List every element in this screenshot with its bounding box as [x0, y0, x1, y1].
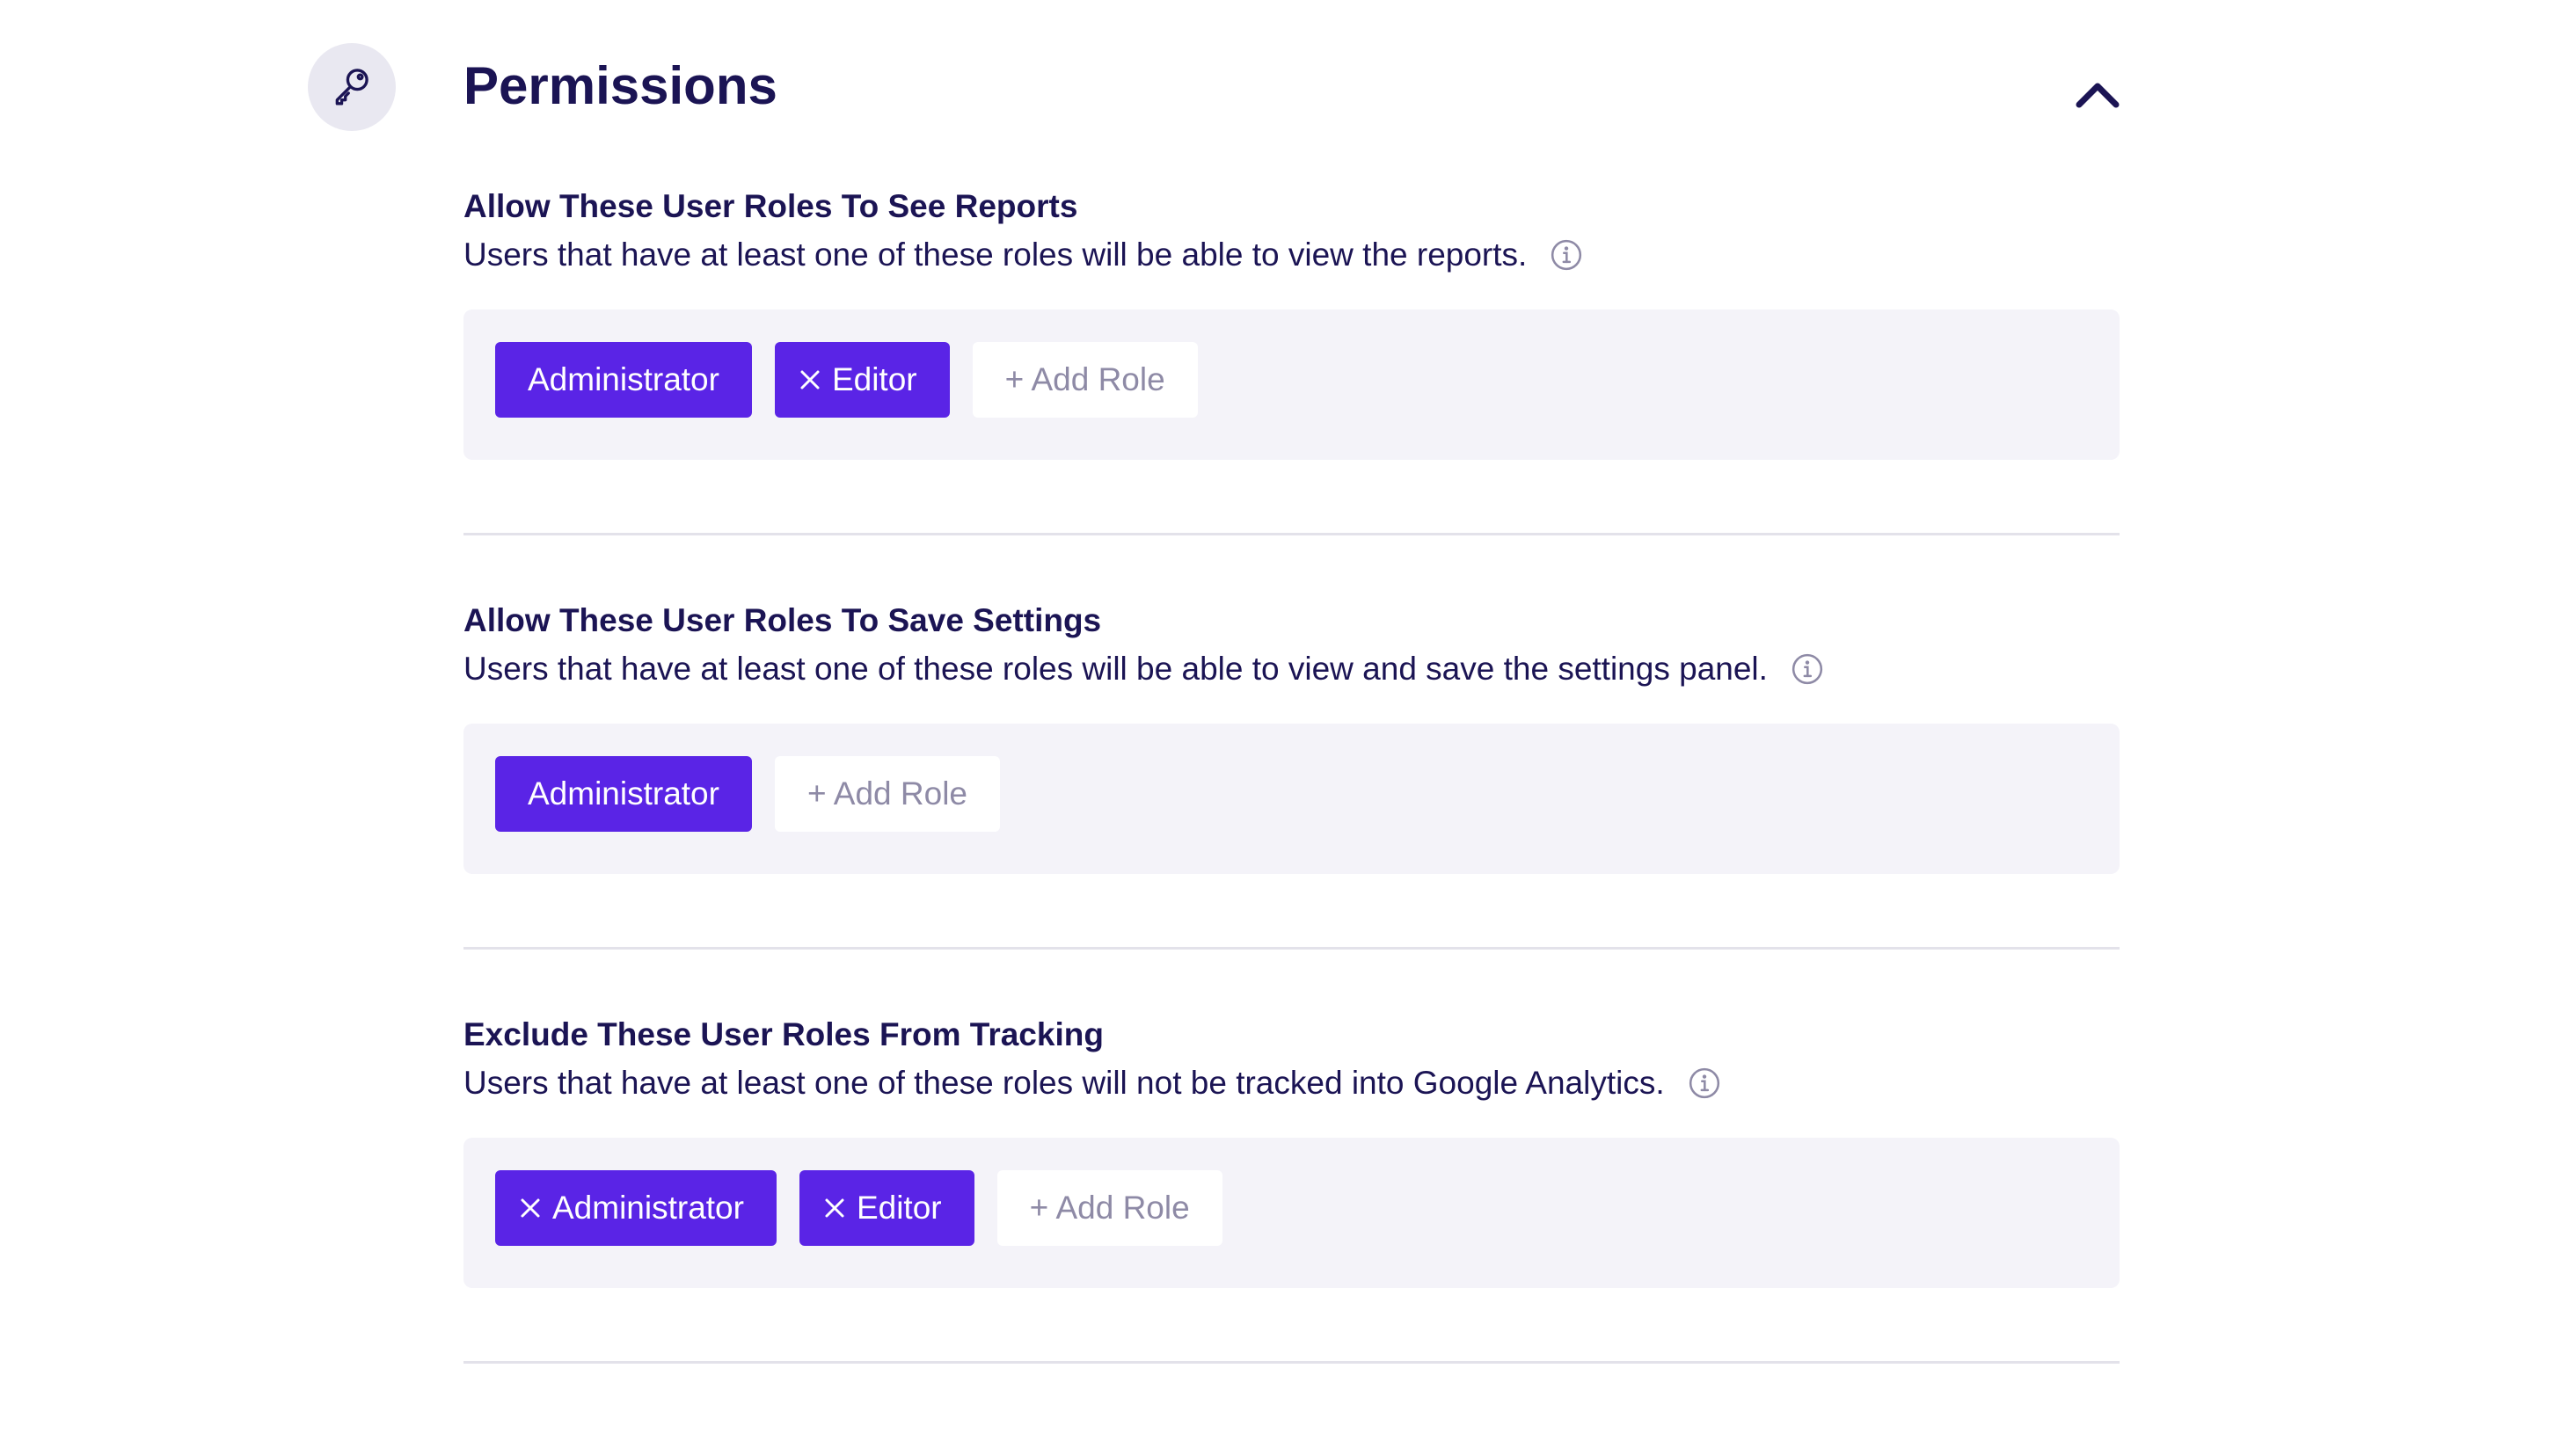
section-description-text: Users that have at least one of these ro… — [463, 1065, 1665, 1101]
role-selector[interactable]: Administrator Editor + Add Role — [463, 309, 2120, 460]
role-chip-label: Administrator — [552, 1190, 744, 1226]
collapse-button[interactable] — [2067, 75, 2128, 119]
role-chip-label: Editor — [856, 1190, 942, 1226]
role-chip-administrator[interactable]: Administrator — [495, 342, 752, 418]
add-role-button[interactable]: + Add Role — [996, 1170, 1222, 1246]
close-icon[interactable] — [823, 1197, 846, 1219]
role-chip-editor[interactable]: Editor — [774, 342, 950, 418]
section-heading: Exclude These User Roles From Tracking — [463, 1016, 1104, 1052]
role-chip-label: Administrator — [528, 775, 719, 812]
info-icon[interactable] — [1550, 238, 1583, 272]
role-selector[interactable]: Administrator Editor + Add Role — [463, 1138, 2120, 1288]
role-chip-editor[interactable]: Editor — [799, 1170, 974, 1246]
key-icon — [330, 63, 374, 112]
role-chip-administrator[interactable]: Administrator — [495, 1170, 777, 1246]
role-chip-label: Editor — [831, 361, 917, 397]
info-icon[interactable] — [1688, 1066, 1721, 1100]
close-icon[interactable] — [799, 368, 821, 391]
close-icon[interactable] — [519, 1197, 542, 1219]
chevron-up-icon — [2075, 81, 2120, 113]
section-divider — [463, 947, 2120, 950]
section-save-settings: Allow These User Roles To Save Settings … — [463, 599, 2120, 1013]
section-description-text: Users that have at least one of these ro… — [463, 651, 1768, 687]
add-role-button[interactable]: + Add Role — [972, 342, 1198, 418]
key-icon-badge — [308, 43, 396, 131]
section-description-text: Users that have at least one of these ro… — [463, 237, 1528, 273]
section-divider — [463, 1361, 2120, 1364]
section-description: Users that have at least one of these ro… — [463, 232, 2120, 278]
add-role-button[interactable]: + Add Role — [774, 756, 1001, 832]
role-chip-label: Administrator — [528, 361, 719, 397]
info-icon[interactable] — [1791, 652, 1824, 686]
section-description: Users that have at least one of these ro… — [463, 646, 2120, 692]
permissions-page: Permissions Allow These User Roles To Se… — [0, 0, 2576, 1434]
section-heading: Allow These User Roles To See Reports — [463, 188, 1078, 224]
section-divider — [463, 533, 2120, 535]
role-selector[interactable]: Administrator + Add Role — [463, 724, 2120, 874]
section-heading: Allow These User Roles To Save Settings — [463, 602, 1102, 638]
section-see-reports: Allow These User Roles To See Reports Us… — [463, 185, 2120, 599]
section-description: Users that have at least one of these ro… — [463, 1060, 2120, 1106]
panel-title: Permissions — [463, 56, 777, 115]
permission-sections: Allow These User Roles To See Reports Us… — [463, 185, 2120, 1427]
section-exclude-tracking: Exclude These User Roles From Tracking U… — [463, 1013, 2120, 1427]
role-chip-administrator[interactable]: Administrator — [495, 756, 752, 832]
